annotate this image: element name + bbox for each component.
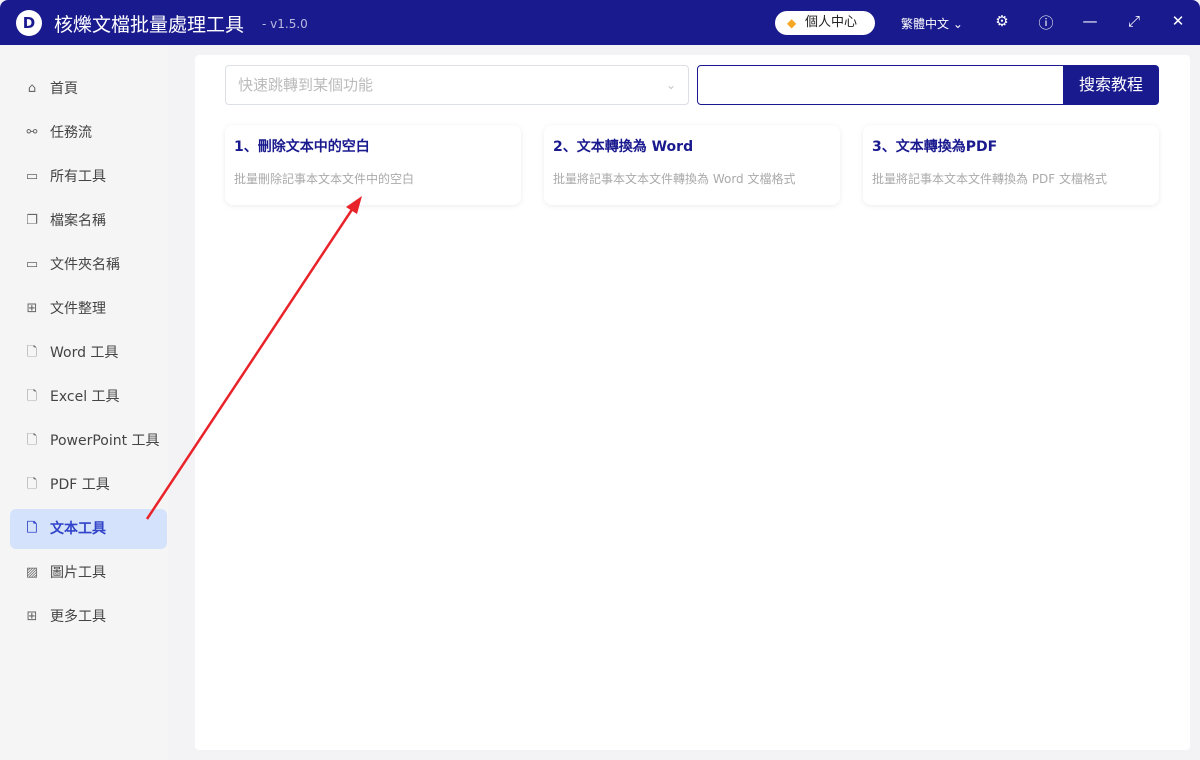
annotation-arrow [145, 196, 362, 520]
